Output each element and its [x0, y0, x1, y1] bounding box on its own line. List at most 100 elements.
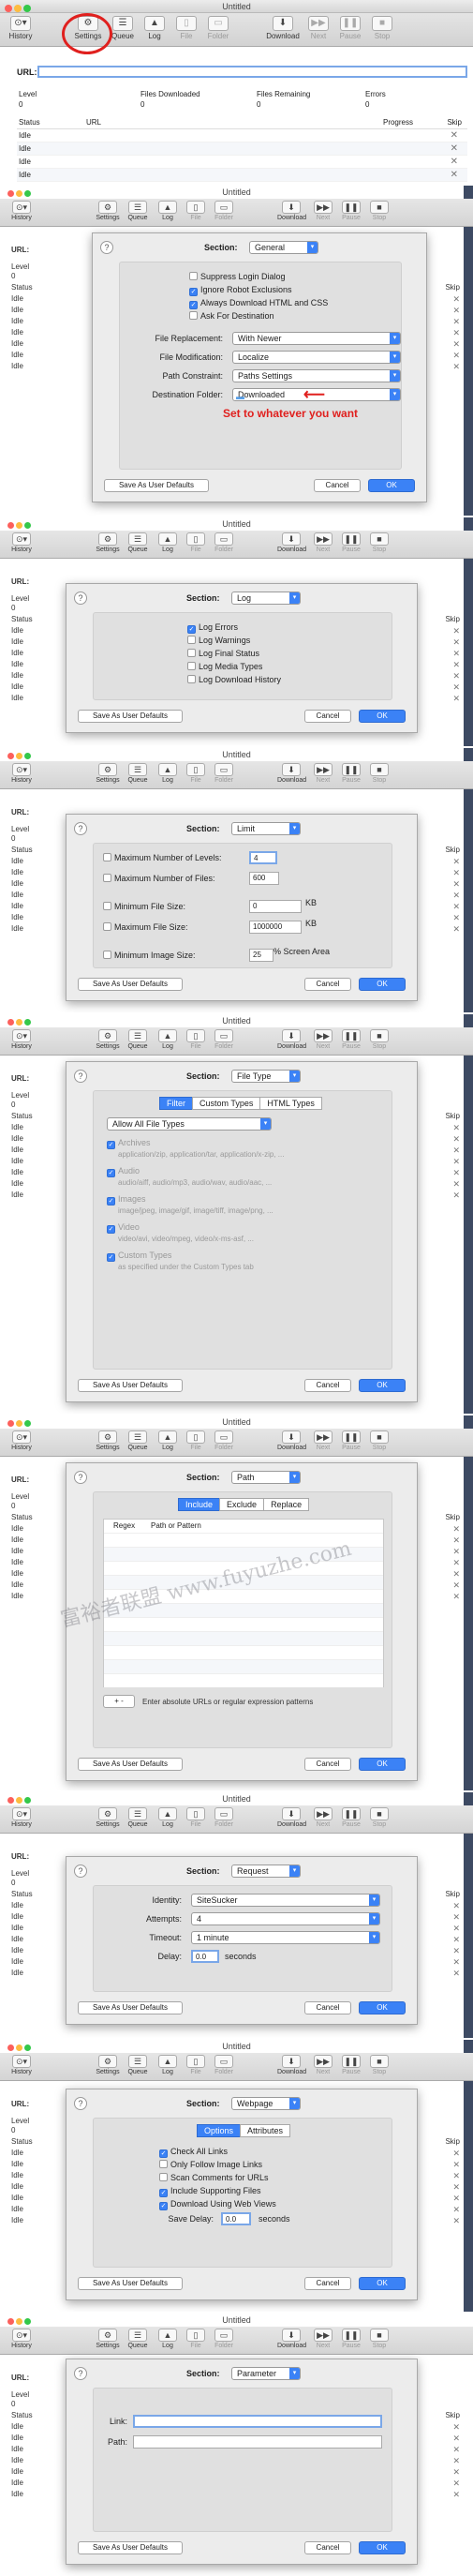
- only-follow-image-checkbox[interactable]: Only Follow Image Links: [159, 2160, 262, 2169]
- download-button[interactable]: ⬇ Download: [277, 763, 306, 784]
- window-controls[interactable]: [7, 1419, 33, 1429]
- skip-icon[interactable]: ✕: [452, 2479, 460, 2489]
- cancel-button[interactable]: Cancel: [304, 2001, 351, 2014]
- history-button[interactable]: ⊙▾ History: [7, 1029, 36, 1050]
- min-file-size-input[interactable]: 0: [249, 900, 302, 913]
- skip-icon[interactable]: ✕: [452, 1558, 460, 1568]
- timeout-popup[interactable]: 1 minute ▾: [191, 1931, 380, 1944]
- skip-icon[interactable]: ✕: [452, 660, 460, 670]
- log-button[interactable]: ▲ Log: [154, 532, 182, 553]
- section-popup[interactable]: Parameter ▾: [231, 2367, 301, 2380]
- skip-icon[interactable]: ✕: [452, 2149, 460, 2159]
- skip-icon[interactable]: ✕: [452, 1592, 460, 1602]
- skip-icon[interactable]: ✕: [452, 1524, 460, 1535]
- stop-button[interactable]: ■ Stop: [365, 201, 393, 221]
- queue-button[interactable]: ☰ Queue: [124, 1807, 152, 1828]
- identity-popup[interactable]: SiteSucker ▾: [191, 1894, 380, 1907]
- cancel-button[interactable]: Cancel: [304, 978, 351, 991]
- window-controls[interactable]: [7, 1018, 33, 1027]
- save-as-user-defaults-button[interactable]: Save As User Defaults: [78, 978, 183, 991]
- ok-button[interactable]: OK: [359, 978, 406, 991]
- check-all-links-checkbox[interactable]: ✓ Check All Links: [159, 2147, 228, 2158]
- skip-icon[interactable]: ✕: [452, 2205, 460, 2215]
- skip-icon[interactable]: ✕: [452, 1580, 460, 1591]
- skip-icon[interactable]: ✕: [452, 1191, 460, 1201]
- skip-icon[interactable]: ✕: [452, 1969, 460, 1979]
- skip-icon[interactable]: ✕: [452, 2171, 460, 2181]
- history-button[interactable]: ⊙▾ History: [7, 532, 36, 553]
- skip-icon[interactable]: ✕: [452, 294, 460, 305]
- delay-input[interactable]: 0.0: [191, 1950, 219, 1963]
- include-supporting-checkbox[interactable]: ✓ Include Supporting Files: [159, 2186, 261, 2197]
- skip-icon[interactable]: ✕: [452, 857, 460, 867]
- pause-button[interactable]: ❚❚ Pause: [337, 1430, 365, 1451]
- path-constraint-popup[interactable]: Paths Settings ▾: [232, 369, 401, 382]
- skip-icon[interactable]: ✕: [452, 868, 460, 878]
- skip-icon[interactable]: ✕: [452, 1146, 460, 1156]
- help-button[interactable]: ?: [74, 1471, 87, 1484]
- history-button[interactable]: ⊙▾ History: [7, 1807, 36, 1828]
- audio-checkbox[interactable]: ✓ Audio: [107, 1166, 140, 1177]
- skip-icon[interactable]: ✕: [452, 2216, 460, 2226]
- help-button[interactable]: ?: [74, 592, 87, 605]
- next-button[interactable]: ▶▶ Next: [309, 532, 337, 553]
- skip-icon[interactable]: ✕: [452, 924, 460, 935]
- custom-checkbox[interactable]: ✓ Custom Types: [107, 1251, 171, 1262]
- log-errors-checkbox[interactable]: ✓ Log Errors: [187, 622, 238, 634]
- file-button[interactable]: ▯ File: [171, 16, 201, 40]
- settings-button[interactable]: ⚙ Settings: [94, 532, 122, 553]
- next-button[interactable]: ▶▶ Next: [309, 2055, 337, 2075]
- queue-button[interactable]: ☰ Queue: [124, 1029, 152, 1050]
- video-checkbox[interactable]: ✓ Video: [107, 1222, 140, 1234]
- window-controls[interactable]: [7, 1796, 33, 1805]
- skip-icon[interactable]: ✕: [452, 2194, 460, 2204]
- section-popup[interactable]: Limit ▾: [231, 822, 301, 835]
- save-as-user-defaults-button[interactable]: Save As User Defaults: [78, 2541, 183, 2554]
- help-button[interactable]: ?: [74, 1865, 87, 1878]
- window-controls[interactable]: [7, 2317, 33, 2327]
- save-delay-input[interactable]: 0.0: [221, 2212, 251, 2225]
- settings-button[interactable]: ⚙ Settings: [94, 2055, 122, 2075]
- skip-icon[interactable]: ✕: [452, 1957, 460, 1968]
- stop-button[interactable]: ■ Stop: [365, 1807, 393, 1828]
- url-input[interactable]: [37, 66, 467, 78]
- pause-button[interactable]: ❚❚ Pause: [337, 201, 365, 221]
- download-button[interactable]: ⬇ Download: [277, 2055, 306, 2075]
- skip-icon[interactable]: ✕: [452, 902, 460, 912]
- pause-button[interactable]: ❚❚ Pause: [337, 2055, 365, 2075]
- stop-button[interactable]: ■ Stop: [365, 763, 393, 784]
- skip-icon[interactable]: ✕: [452, 351, 460, 361]
- skip-icon[interactable]: ✕: [451, 157, 458, 167]
- pause-button[interactable]: ❚❚ Pause: [337, 532, 365, 553]
- ok-button[interactable]: OK: [368, 479, 415, 492]
- skip-icon[interactable]: ✕: [452, 1179, 460, 1190]
- queue-button[interactable]: ☰ Queue: [124, 1430, 152, 1451]
- cancel-button[interactable]: Cancel: [304, 1379, 351, 1392]
- link-input[interactable]: [133, 2415, 382, 2428]
- file-button[interactable]: ▯ File: [182, 2329, 210, 2349]
- ignore-robot-checkbox[interactable]: ✓ Ignore Robot Exclusions: [189, 285, 292, 296]
- next-button[interactable]: ▶▶ Next: [309, 763, 337, 784]
- save-as-user-defaults-button[interactable]: Save As User Defaults: [104, 479, 209, 492]
- file-button[interactable]: ▯ File: [182, 201, 210, 221]
- section-popup[interactable]: Path ▾: [231, 1471, 301, 1484]
- file-button[interactable]: ▯ File: [182, 532, 210, 553]
- images-checkbox[interactable]: ✓ Images: [107, 1194, 146, 1206]
- section-popup[interactable]: Log ▾: [231, 592, 301, 605]
- allow-all-popup[interactable]: Allow All File Types ▾: [107, 1117, 272, 1131]
- queue-button[interactable]: ☰ Queue: [124, 532, 152, 553]
- cancel-button[interactable]: Cancel: [304, 1758, 351, 1771]
- skip-icon[interactable]: ✕: [452, 328, 460, 338]
- skip-icon[interactable]: ✕: [452, 1901, 460, 1911]
- skip-icon[interactable]: ✕: [452, 626, 460, 637]
- log-button[interactable]: ▲ Log: [154, 1807, 182, 1828]
- settings-button[interactable]: ⚙ Settings: [94, 1807, 122, 1828]
- folder-button[interactable]: ▭ Folder: [210, 763, 238, 784]
- help-button[interactable]: ?: [74, 1070, 87, 1083]
- stop-button[interactable]: ■ Stop: [365, 1029, 393, 1050]
- skip-icon[interactable]: ✕: [452, 1924, 460, 1934]
- tab-options[interactable]: Options: [197, 2124, 242, 2137]
- save-as-user-defaults-button[interactable]: Save As User Defaults: [78, 2277, 183, 2290]
- cancel-button[interactable]: Cancel: [304, 2277, 351, 2290]
- next-button[interactable]: ▶▶ Next: [309, 1430, 337, 1451]
